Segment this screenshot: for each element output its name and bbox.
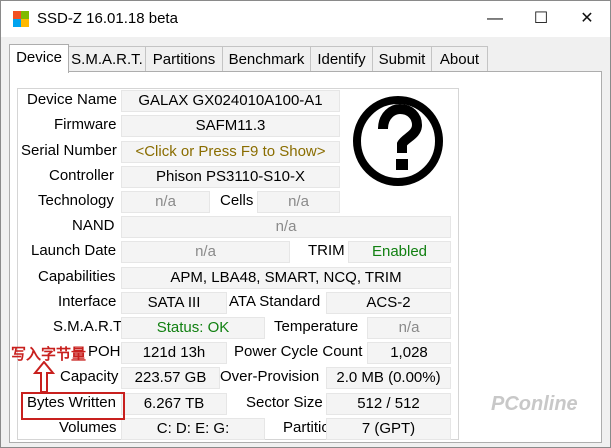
over-provision-label: Over-Provision [220, 368, 320, 385]
volumes-label: Volumes [59, 419, 117, 436]
capacity-label: Capacity [60, 368, 119, 385]
app-icon [13, 11, 29, 27]
poh-value: 121d 13h [121, 342, 227, 364]
watermark: PConline [491, 393, 578, 415]
volumes-value: C: D: E: G: [121, 418, 265, 440]
serial-number-label: Serial Number [21, 142, 117, 159]
sector-size-value: 512 / 512 [326, 393, 451, 415]
window-title: SSD-Z 16.01.18 beta [37, 10, 178, 27]
minimize-button[interactable]: — [472, 1, 518, 37]
tab-device[interactable]: Device [9, 44, 69, 73]
temperature-label: Temperature [274, 318, 359, 335]
launch-date-label: Launch Date [31, 242, 117, 259]
capacity-value: 223.57 GB [121, 367, 220, 389]
over-provision-value: 2.0 MB (0.00%) [326, 367, 451, 389]
power-cycle-count-value: 1,028 [367, 342, 451, 364]
maximize-button[interactable]: ☐ [518, 1, 564, 37]
interface-value: SATA III [121, 292, 227, 314]
title-bar: SSD-Z 16.01.18 beta — ☐ ✕ [1, 1, 610, 37]
device-image [347, 91, 450, 190]
tab-benchmark[interactable]: Benchmark [222, 46, 311, 72]
cells-value: n/a [257, 191, 340, 213]
temperature-value: n/a [367, 317, 451, 339]
power-cycle-count-label: Power Cycle Count [234, 343, 363, 360]
technology-label: Technology [38, 192, 114, 209]
poh-label: POH [88, 343, 121, 360]
nand-label: NAND [72, 217, 115, 234]
tab-submit[interactable]: Submit [372, 46, 432, 72]
tab-about[interactable]: About [431, 46, 488, 72]
ata-standard-label: ATA Standard [229, 293, 321, 310]
ata-standard-value: ACS-2 [326, 292, 451, 314]
cells-label: Cells [220, 192, 254, 209]
technology-value: n/a [121, 191, 210, 213]
trim-label: TRIM [308, 242, 345, 259]
up-arrow-icon [33, 361, 55, 393]
highlight-box [21, 392, 125, 420]
question-mark-icon [353, 96, 443, 186]
smart-status-value: Status: OK [121, 317, 265, 339]
device-name-value: GALAX GX024010A100-A1 [121, 90, 340, 112]
serial-number-value[interactable]: <Click or Press F9 to Show> [121, 141, 340, 163]
tab-identify[interactable]: Identify [310, 46, 373, 72]
controller-value: Phison PS3110-S10-X [121, 166, 340, 188]
bytes-written-value: 6.267 TB [121, 393, 227, 415]
tab-partitions[interactable]: Partitions [145, 46, 223, 72]
capabilities-label: Capabilities [38, 268, 116, 285]
tab-smart[interactable]: S.M.A.R.T. [68, 46, 146, 72]
sector-size-label: Sector Size [246, 394, 323, 411]
capabilities-value: APM, LBA48, SMART, NCQ, TRIM [121, 267, 451, 289]
nand-value: n/a [121, 216, 451, 238]
firmware-value: SAFM11.3 [121, 115, 340, 137]
controller-label: Controller [49, 167, 115, 184]
launch-date-value: n/a [121, 241, 290, 263]
trim-value: Enabled [348, 241, 451, 263]
partitions-value: 7 (GPT) [326, 418, 451, 440]
interface-label: Interface [58, 293, 117, 310]
app-window: SSD-Z 16.01.18 beta — ☐ ✕ Device S.M.A.R… [0, 0, 611, 448]
firmware-label: Firmware [54, 116, 117, 133]
smart-label: S.M.A.R.T. [53, 318, 125, 335]
device-name-label: Device Name [27, 91, 118, 108]
close-button[interactable]: ✕ [564, 1, 610, 37]
